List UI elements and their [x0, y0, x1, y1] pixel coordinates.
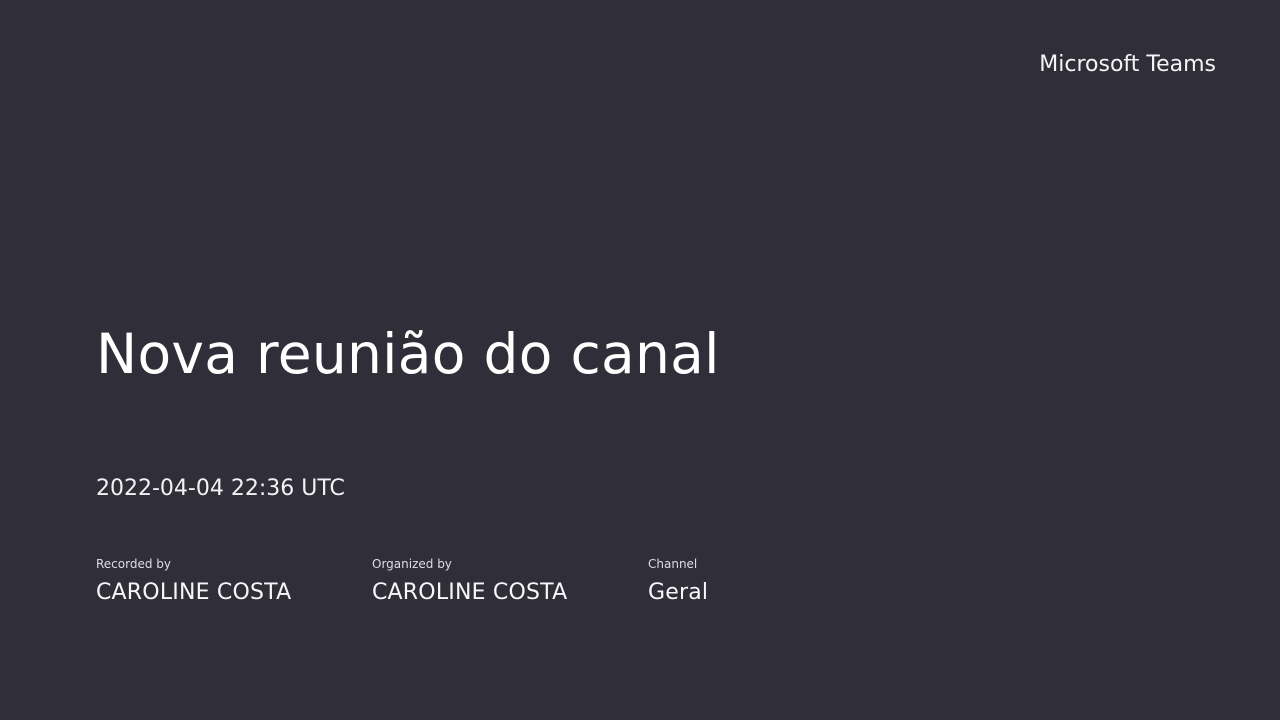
- meeting-datetime: 2022-04-04 22:36 UTC: [96, 476, 345, 501]
- channel-value: Geral: [648, 580, 709, 605]
- organized-by-block: Organized by CAROLINE COSTA: [372, 556, 567, 608]
- organized-by-label: Organized by: [372, 557, 452, 571]
- recorded-by-label: Recorded by: [96, 557, 171, 571]
- channel-block: Channel Geral: [648, 556, 708, 608]
- meeting-title: Nova reunião do canal: [96, 322, 720, 386]
- channel-label: Channel: [648, 557, 698, 571]
- app-brand-label: Microsoft Teams: [1039, 52, 1216, 77]
- organized-by-value: CAROLINE COSTA: [372, 580, 568, 605]
- recorded-by-value: CAROLINE COSTA: [96, 580, 292, 605]
- recorded-by-block: Recorded by CAROLINE COSTA: [96, 556, 291, 608]
